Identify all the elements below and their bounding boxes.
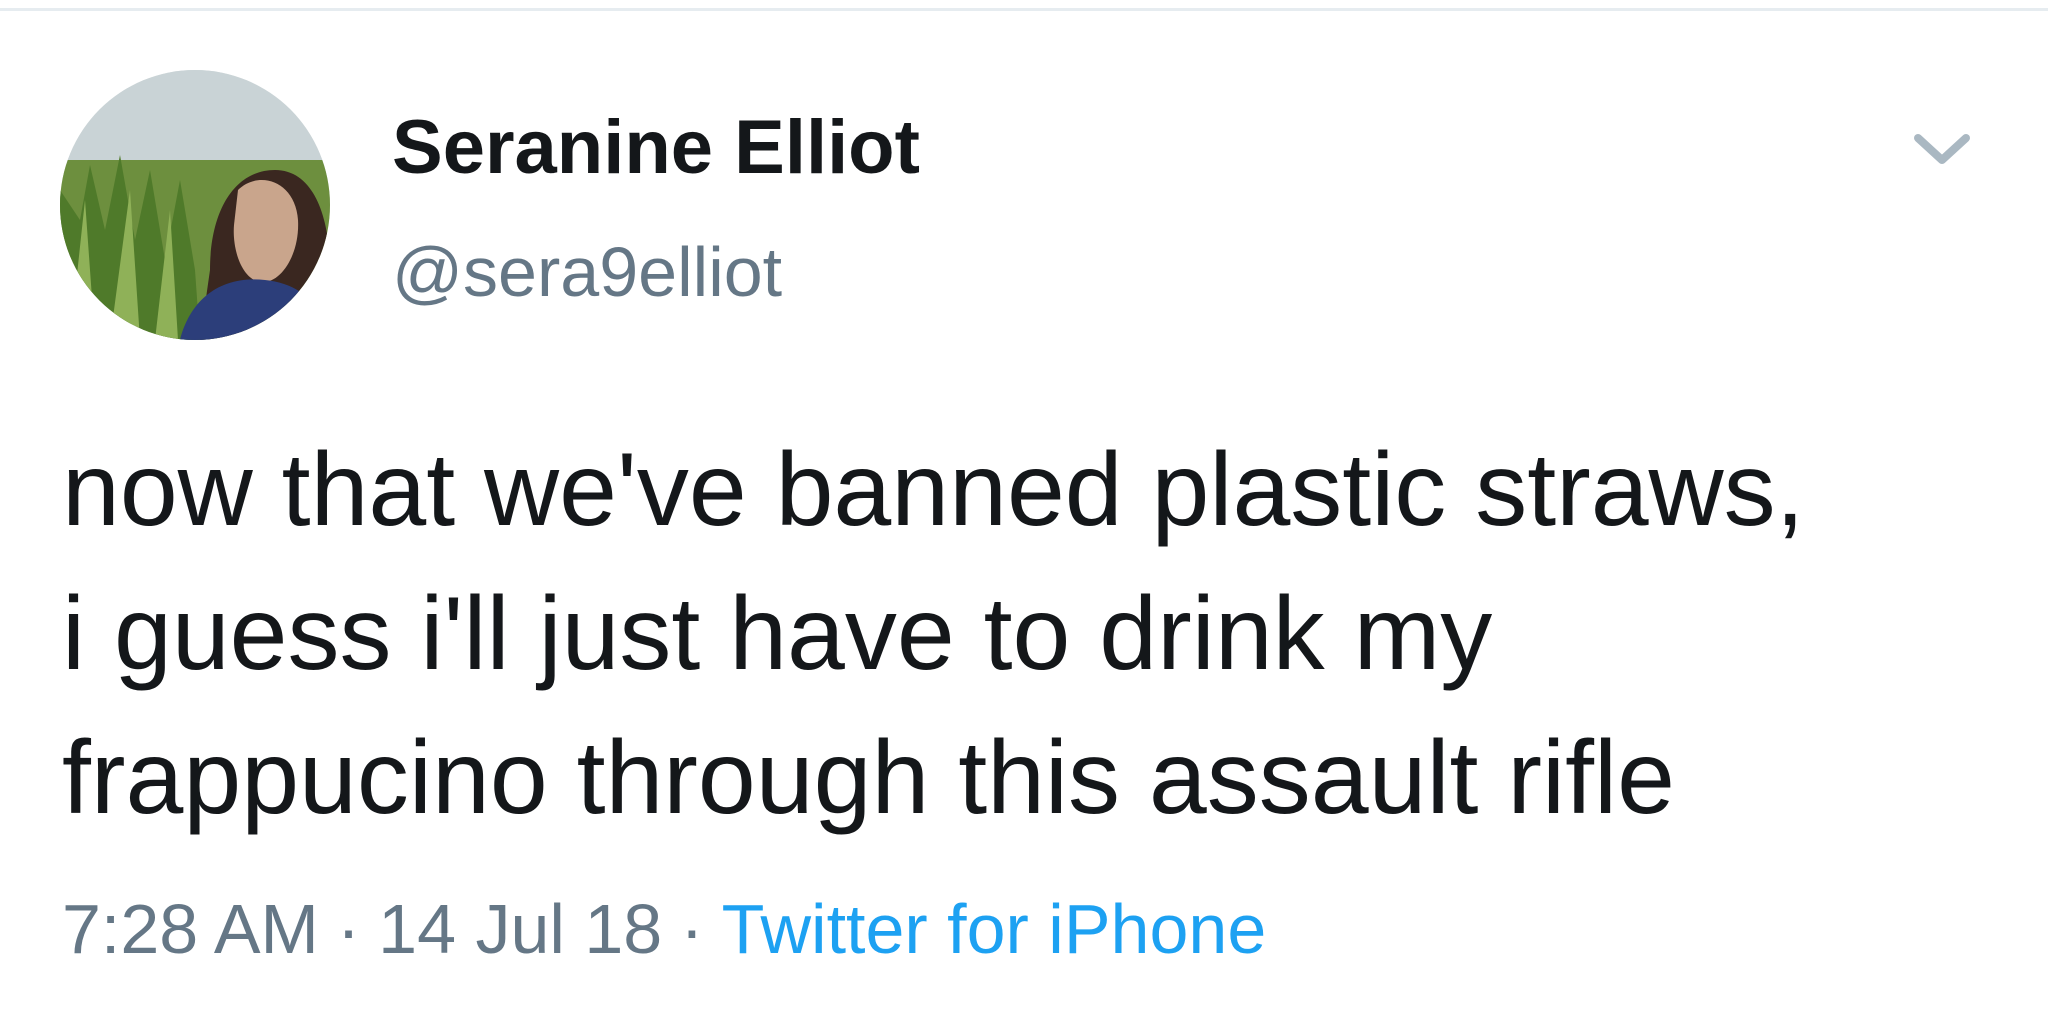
- separator: ·: [336, 890, 361, 968]
- tweet-metadata: 7:28 AM · 14 Jul 18 · Twitter for iPhone: [62, 884, 1266, 974]
- top-divider: [0, 8, 2048, 11]
- tweet-menu-button[interactable]: [1902, 110, 1982, 190]
- tweet-text-line: now that we've banned plastic straws,: [62, 432, 1805, 548]
- tweet-source-link[interactable]: Twitter for iPhone: [722, 890, 1267, 968]
- avatar[interactable]: [60, 70, 330, 340]
- tweet-text-line: frappucino through this assault rifle: [62, 720, 1675, 836]
- tweet-text-line: i guess i'll just have to drink my: [62, 576, 1493, 692]
- chevron-down-icon: [1914, 134, 1970, 164]
- display-name[interactable]: Seranine Elliot: [392, 104, 920, 192]
- tweet-date[interactable]: 14 Jul 18: [378, 890, 662, 968]
- tweet-time[interactable]: 7:28 AM: [62, 890, 319, 968]
- user-handle[interactable]: @sera9elliot: [392, 230, 782, 314]
- separator: ·: [680, 890, 704, 968]
- avatar-image: [60, 70, 330, 340]
- tweet-text: now that we've banned plastic straws, i …: [62, 418, 2002, 850]
